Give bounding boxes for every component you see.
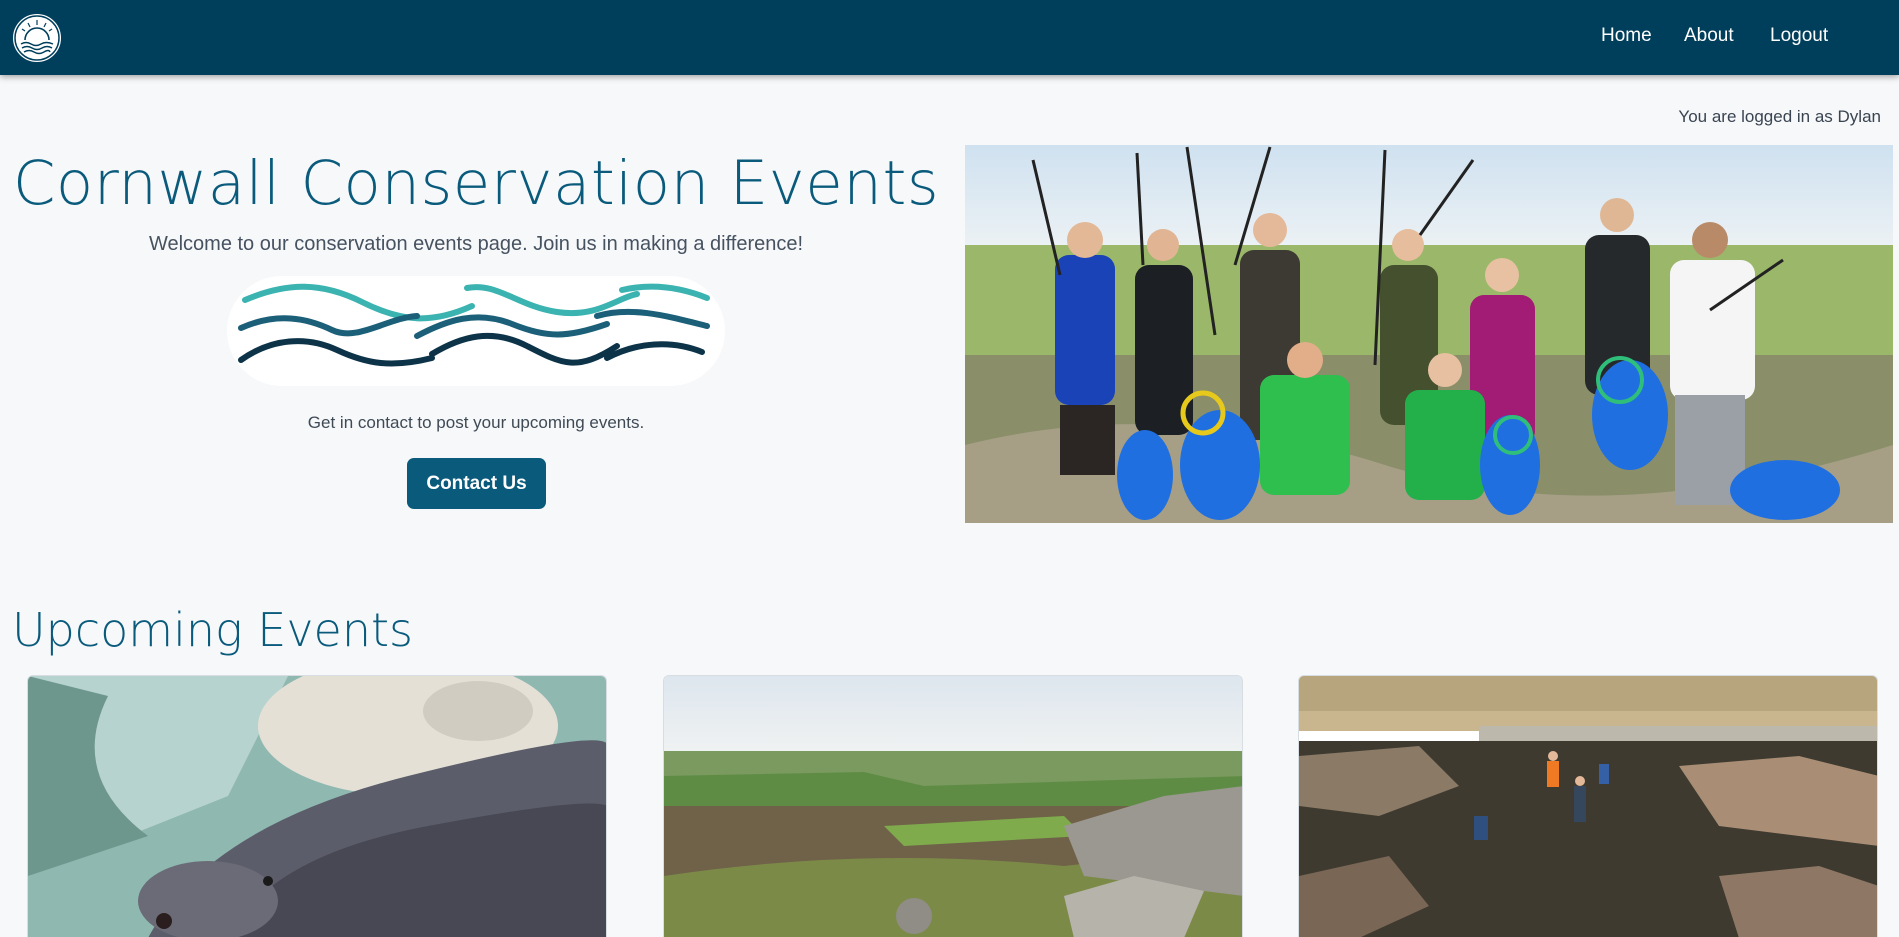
nav-about-link[interactable]: About: [1684, 25, 1734, 47]
logo-icon[interactable]: [11, 12, 63, 64]
waves-icon: [227, 276, 725, 386]
volunteer-group-photo-icon: [965, 145, 1893, 523]
moorland-photo-icon: [664, 676, 1242, 937]
upcoming-events-title: Upcoming Events: [12, 603, 414, 657]
event-card-moorland[interactable]: [663, 675, 1243, 937]
nav-home-link[interactable]: Home: [1601, 25, 1652, 47]
rocky-shore-photo-icon: [1299, 676, 1877, 937]
event-card-rocky-shore[interactable]: [1298, 675, 1878, 937]
seal-photo-icon: [28, 676, 606, 937]
contact-us-button[interactable]: Contact Us: [407, 458, 546, 509]
login-status: You are logged in as Dylan: [1678, 107, 1881, 126]
hero-subtitle: Welcome to our conservation events page.…: [148, 233, 804, 255]
event-card-seal[interactable]: [27, 675, 607, 937]
page-title: Cornwall Conservation Events: [12, 148, 940, 219]
navbar: Home About Logout: [0, 0, 1899, 75]
nav-logout-link[interactable]: Logout: [1770, 25, 1828, 47]
contact-note: Get in contact to post your upcoming eve…: [307, 413, 645, 432]
